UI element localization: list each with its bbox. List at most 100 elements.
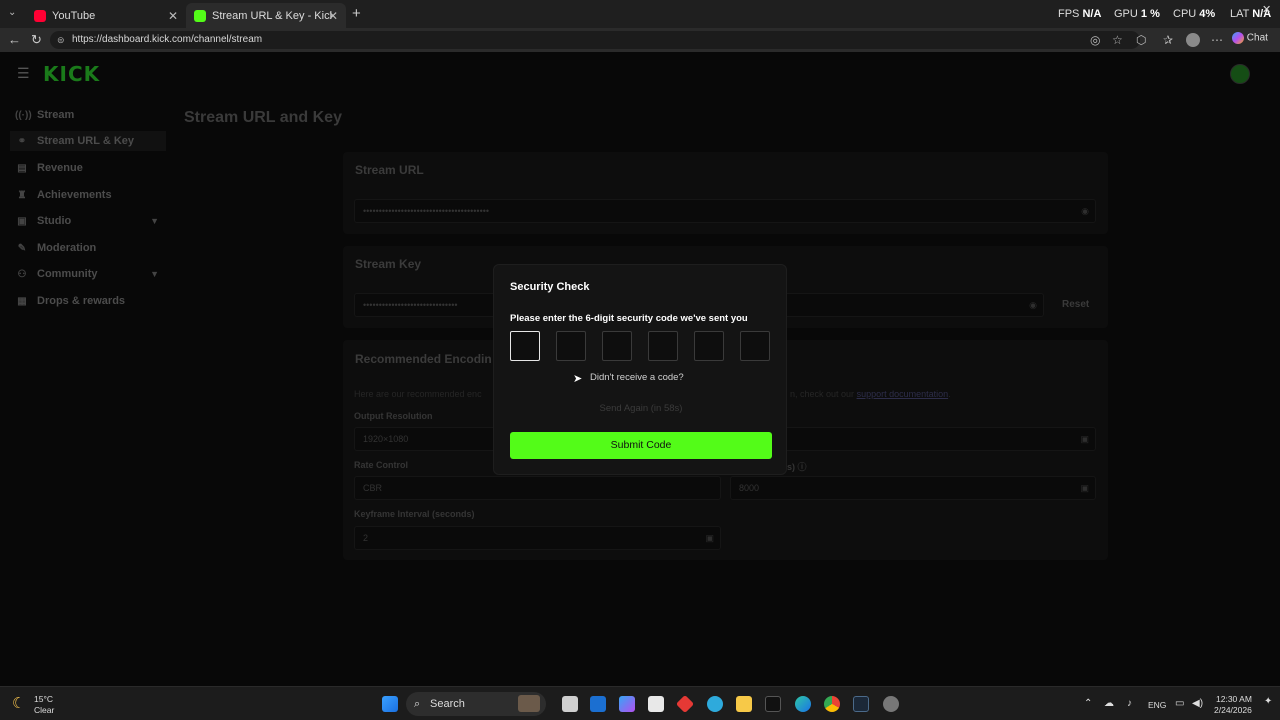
site-info-icon[interactable]: ⊜ (57, 31, 65, 49)
perf-label: GPU (1114, 8, 1138, 20)
perf-label: FPS (1058, 8, 1080, 20)
encoding-description: Here are our recommended enc (354, 389, 482, 399)
field-value: 1920×1080 (363, 434, 409, 444)
code-digit-4[interactable] (648, 331, 678, 361)
tiktok-icon[interactable] (765, 696, 781, 712)
globe-app-icon[interactable] (707, 696, 723, 712)
code-digit-6[interactable] (740, 331, 770, 361)
sidebar-item-revenue[interactable]: ▤ Revenue (15, 158, 165, 178)
taskbar-search[interactable]: ⌕ Search (406, 692, 546, 716)
language-indicator[interactable]: ENG (1148, 700, 1166, 710)
sidebar-item-label: Stream URL & Key (37, 135, 134, 147)
refresh-icon[interactable]: ↻ (31, 32, 42, 48)
sidebar-item-label: Moderation (37, 242, 97, 254)
sidebar-item-moderation[interactable]: ✎ Moderation (15, 238, 165, 258)
bitrate-label: s) ⓘ (787, 460, 807, 473)
back-icon[interactable]: ← (8, 32, 21, 47)
sidebar-item-stream-url-key[interactable]: ⚭ Stream URL & Key (10, 131, 166, 151)
keyframe-field[interactable]: 2 ▣ (354, 526, 721, 550)
sidebar-item-label: Achievements (37, 189, 112, 201)
menu-icon[interactable]: ☰ (17, 65, 30, 82)
tab-list-chevron-icon[interactable]: ⌄ (8, 7, 16, 18)
profile-avatar[interactable] (1186, 33, 1200, 47)
microphone-icon[interactable]: ♪ (1127, 698, 1132, 709)
masked-value: •••••••••••••••••••••••••••••••••••••••• (363, 206, 490, 216)
copilot-chat-button[interactable]: Chat (1232, 32, 1268, 44)
weather-temp[interactable]: 15°C (34, 694, 53, 704)
output-resolution-label: Output Resolution (354, 411, 433, 421)
field-value: 8000 (739, 483, 760, 493)
red-app-icon[interactable] (675, 694, 695, 714)
tray-chevron-up-icon[interactable]: ⌃ (1084, 698, 1092, 709)
tab-youtube[interactable]: YouTube ✕ (26, 3, 186, 28)
submit-code-button[interactable]: Submit Code (510, 432, 772, 459)
modal-title: Security Check (510, 281, 590, 293)
code-digit-1[interactable] (510, 331, 540, 361)
youtube-icon (34, 9, 46, 22)
eye-icon[interactable]: ◉ (1029, 294, 1037, 316)
task-view-icon[interactable] (562, 696, 578, 712)
browser-tab-bar: ⌄ YouTube ✕ Stream URL & Key - Kick Dash… (0, 0, 1280, 28)
page-title: Stream URL and Key (184, 109, 342, 126)
sidebar-item-label: Studio (37, 215, 72, 227)
sidebar-item-achievements[interactable]: ♜ Achievements (15, 185, 165, 205)
user-avatar[interactable] (1230, 64, 1250, 84)
eye-icon[interactable]: ◉ (1081, 200, 1089, 222)
settings-gear-icon[interactable] (883, 696, 899, 712)
extensions-icon[interactable]: ⬡ (1136, 33, 1146, 47)
store-icon[interactable] (648, 696, 664, 712)
clock-date[interactable]: 2/24/2026 (1214, 705, 1252, 715)
kick-logo[interactable]: KICK (43, 62, 100, 86)
sidebar-item-community[interactable]: ⚇ Community ▼ (15, 264, 165, 284)
close-tab-icon[interactable]: ✕ (168, 9, 178, 23)
copilot-app-icon[interactable] (619, 696, 635, 712)
support-documentation-link[interactable]: support documentation (857, 389, 949, 399)
code-digit-5[interactable] (694, 331, 724, 361)
search-icon: ⌕ (414, 698, 421, 710)
tracking-icon[interactable]: ◎ (1090, 33, 1100, 47)
chevron-down-icon: ▼ (150, 269, 159, 279)
reset-button[interactable]: Reset (1062, 299, 1089, 310)
perf-label: LAT (1230, 8, 1250, 20)
onedrive-icon[interactable]: ☁ (1104, 698, 1114, 709)
perf-fps: FPS N/A (1058, 8, 1101, 20)
window-close-icon[interactable]: ✕ (1262, 3, 1271, 16)
favorite-star-icon[interactable]: ☆ (1112, 33, 1123, 47)
resend-question: Didn't receive a code? (590, 372, 684, 383)
close-tab-icon[interactable]: ✕ (328, 9, 338, 23)
copy-icon[interactable]: ▣ (1080, 428, 1089, 450)
code-digit-3[interactable] (602, 331, 632, 361)
clock-time[interactable]: 12:30 AM (1216, 694, 1252, 704)
code-digit-2[interactable] (556, 331, 586, 361)
tab-kick[interactable]: Stream URL & Key - Kick Dashboa ✕ (186, 3, 346, 28)
sidebar-item-stream[interactable]: ((·)) Stream (15, 105, 165, 125)
trophy-icon: ♜ (17, 189, 27, 201)
search-highlight-icon (518, 695, 540, 712)
edge-icon[interactable] (795, 696, 811, 712)
outlook-icon[interactable] (590, 696, 606, 712)
encoding-description-end: n, check out our support documentation. (790, 389, 951, 399)
chrome-icon[interactable] (824, 696, 840, 712)
network-icon[interactable]: ▭ (1175, 698, 1184, 709)
url-field[interactable]: ⊜ https://dashboard.kick.com/channel/str… (50, 31, 1140, 49)
copy-icon[interactable]: ▣ (1080, 477, 1089, 499)
bitrate-field[interactable]: 8000 ▣ (730, 476, 1096, 500)
windows-start-icon[interactable] (382, 696, 398, 712)
studio-icon: ▣ (17, 215, 27, 227)
weather-moon-icon[interactable]: ☾ (12, 694, 25, 712)
favorites-icon[interactable]: ✰ (1163, 33, 1173, 47)
volume-icon[interactable]: ◀) (1192, 698, 1203, 709)
stream-url-card: Stream URL •••••••••••••••••••••••••••••… (343, 152, 1108, 234)
copy-icon[interactable]: ▣ (705, 527, 714, 549)
sidebar-item-drops-rewards[interactable]: ▦ Drops & rewards (15, 291, 165, 311)
steam-icon[interactable] (853, 696, 869, 712)
file-explorer-icon[interactable] (736, 696, 752, 712)
stream-url-field[interactable]: ••••••••••••••••••••••••••••••••••••••••… (354, 199, 1096, 223)
masked-value: •••••••••••••••••••••••••••••• (363, 300, 458, 310)
rate-control-field[interactable]: CBR (354, 476, 721, 500)
send-again-button[interactable]: Send Again (in 58s) (510, 399, 772, 419)
new-tab-button[interactable]: + (352, 5, 361, 22)
more-menu-icon[interactable]: ⋯ (1211, 33, 1223, 47)
notification-bell-icon[interactable]: ✦ (1264, 696, 1272, 707)
sidebar-item-studio[interactable]: ▣ Studio ▼ (15, 211, 165, 231)
